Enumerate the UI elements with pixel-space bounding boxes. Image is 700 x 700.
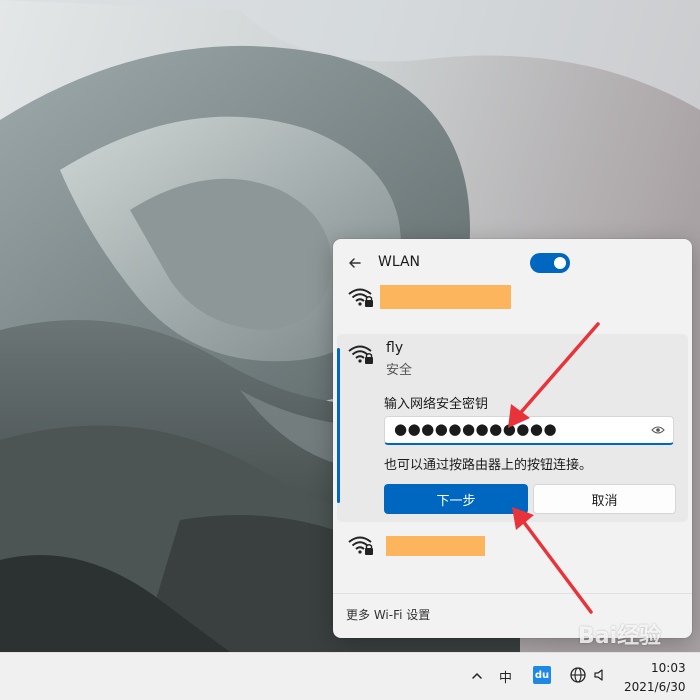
wlan-flyout: WLAN fly 安全 输入网络安全密钥 ●●●●●●●●●●●● 也可以通过按… [333,239,692,638]
more-wifi-settings-link[interactable]: 更多 Wi-Fi 设置 [346,606,430,623]
volume-icon[interactable] [593,667,609,683]
tray-app-icon[interactable]: du [533,666,551,684]
selection-indicator [337,348,340,503]
network-item[interactable] [333,529,692,573]
clock-date[interactable]: 2021/6/30 [624,680,686,694]
network-security: 安全 [386,363,413,378]
next-button[interactable]: 下一步 [384,484,528,514]
wps-hint: 也可以通过按路由器上的按钮连接。 [384,458,593,473]
redacted-ssid [386,536,485,556]
flyout-divider [333,593,692,594]
wifi-secured-icon [348,536,373,555]
globe-icon[interactable] [569,666,587,684]
ime-indicator[interactable]: 中 [499,667,512,686]
baidu-watermark: Bai经验 [578,624,662,649]
wlan-toggle[interactable] [530,253,570,273]
cancel-button[interactable]: 取消 [533,484,676,514]
redacted-ssid [380,285,511,309]
taskbar: 中 du 10:03 2021/6/30 [0,652,700,700]
back-arrow-icon[interactable] [345,253,365,273]
network-item[interactable] [333,283,692,327]
flyout-header: WLAN [333,239,692,287]
network-item-expanded: fly 安全 输入网络安全密钥 ●●●●●●●●●●●● 也可以通过按路由器上的… [337,334,688,522]
wifi-secured-icon [348,345,373,364]
password-value: ●●●●●●●●●●●● [394,420,558,438]
eye-icon[interactable] [651,425,665,435]
wifi-secured-icon [348,288,373,307]
clock-time[interactable]: 10:03 [651,661,686,675]
network-ssid: fly [386,340,404,356]
flyout-title: WLAN [378,254,421,270]
password-label: 输入网络安全密钥 [384,397,489,412]
toggle-knob [554,257,566,269]
chevron-up-icon[interactable] [470,669,484,683]
password-input[interactable]: ●●●●●●●●●●●● [384,416,674,445]
